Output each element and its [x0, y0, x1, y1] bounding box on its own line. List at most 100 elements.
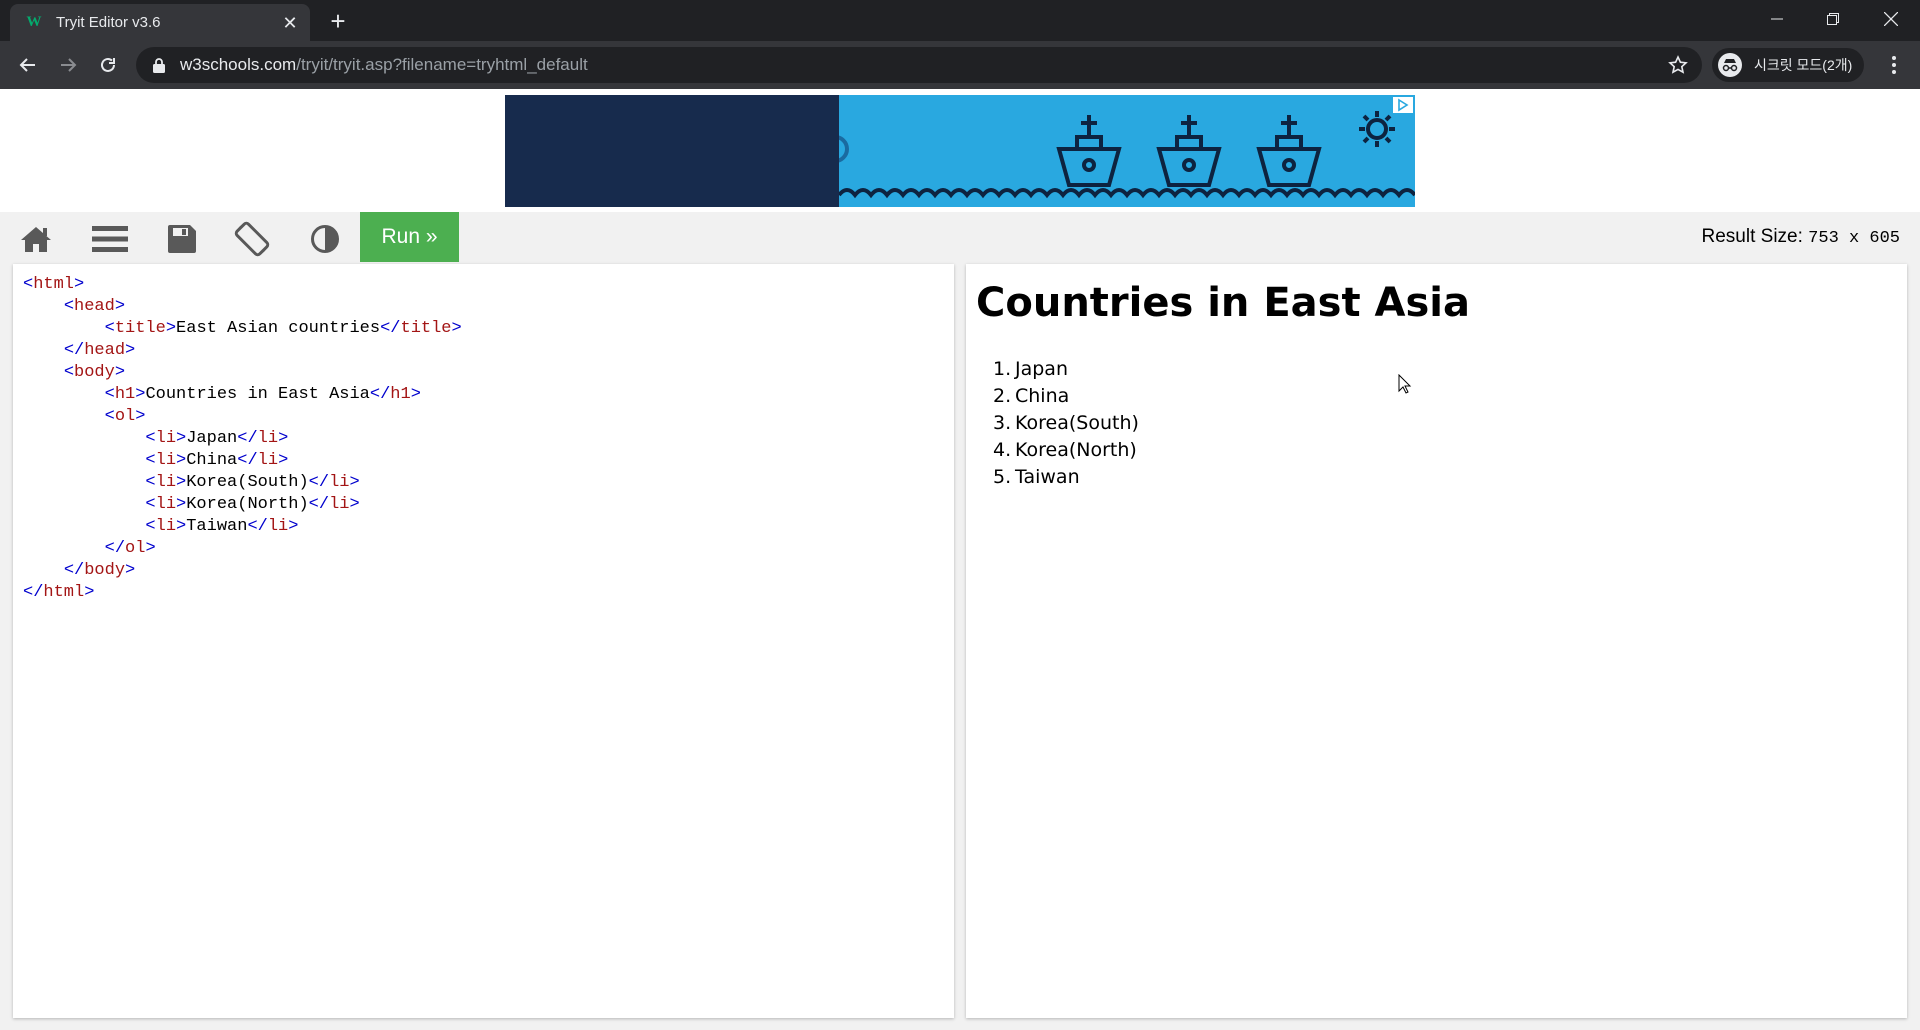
- code-line[interactable]: </head>: [23, 340, 462, 362]
- code-bracket: <: [104, 319, 115, 338]
- restore-window-button[interactable]: [1806, 0, 1860, 38]
- save-button[interactable]: [152, 218, 212, 260]
- code-line[interactable]: <body>: [23, 362, 462, 384]
- home-icon: [21, 227, 51, 252]
- adchoices-icon[interactable]: [1393, 97, 1413, 113]
- code-bracket: </: [247, 517, 268, 536]
- code-tag-name: html: [33, 275, 75, 294]
- code-tag-name: li: [155, 495, 177, 514]
- browser-tab[interactable]: W Tryit Editor v3.6 ✕: [10, 4, 310, 41]
- list-item-label: Japan: [1015, 358, 1068, 380]
- forward-button[interactable]: [52, 49, 84, 81]
- run-button[interactable]: Run »: [360, 212, 459, 262]
- url-text[interactable]: w3schools.com/tryit/tryit.asp?filename=t…: [180, 55, 588, 75]
- incognito-icon: [1718, 53, 1742, 77]
- code-line[interactable]: </ol>: [23, 538, 462, 560]
- code-bracket: >: [176, 495, 187, 514]
- result-list-item: 4. Korea(North): [993, 437, 1139, 464]
- list-item-label: China: [1015, 385, 1070, 407]
- code-bracket: <: [63, 297, 75, 316]
- list-item-label: Korea(South): [1015, 412, 1139, 434]
- code-bracket: </: [237, 429, 258, 448]
- code-bracket: >: [176, 517, 187, 536]
- code-line[interactable]: <head>: [23, 296, 462, 318]
- list-item-label: Taiwan: [1015, 466, 1080, 488]
- theme-toggle-button[interactable]: [295, 218, 355, 260]
- lock-icon[interactable]: [152, 57, 166, 73]
- code-bracket: <: [145, 473, 156, 492]
- code-editor[interactable]: <html> <head> <title>East Asian countrie…: [13, 264, 954, 1018]
- code-bracket: >: [114, 363, 126, 382]
- result-frame[interactable]: Countries in East Asia 1. Japan 2. China 3. K…: [966, 264, 1907, 1018]
- close-icon: [1884, 12, 1898, 26]
- result-list-item: 2. China: [993, 383, 1139, 410]
- code-line[interactable]: <title>East Asian countries</title>: [23, 318, 462, 340]
- address-bar[interactable]: w3schools.com/tryit/tryit.asp?filename=t…: [136, 47, 1702, 83]
- browser-menu-button[interactable]: [1878, 49, 1910, 81]
- code-bracket: >: [176, 451, 187, 470]
- menu-button[interactable]: [80, 218, 140, 260]
- home-button[interactable]: [6, 218, 66, 260]
- code-line[interactable]: <ol>: [23, 406, 462, 428]
- code-line[interactable]: <html>: [23, 274, 462, 296]
- code-text-token: Korea(South): [186, 473, 309, 492]
- tab-close-icon[interactable]: ✕: [280, 13, 300, 33]
- incognito-indicator[interactable]: 시크릿 모드(2개): [1712, 48, 1865, 82]
- new-tab-button[interactable]: +: [322, 6, 354, 38]
- code-bracket: <: [104, 407, 115, 426]
- code-bracket: >: [74, 275, 85, 294]
- code-line[interactable]: </html>: [23, 582, 462, 604]
- code-text-token: China: [186, 451, 238, 470]
- code-bracket: >: [125, 341, 136, 360]
- code-bracket: <: [145, 517, 156, 536]
- code-tag-name: li: [329, 473, 350, 492]
- code-tag-name: html: [43, 583, 85, 602]
- contrast-icon: [311, 225, 339, 253]
- code-bracket: </: [308, 495, 330, 514]
- mouse-cursor-icon: [1398, 374, 1412, 394]
- code-line[interactable]: <li>Korea(South)</li>: [23, 472, 462, 494]
- code-bracket: >: [114, 297, 126, 316]
- list-item-number: 2.: [993, 385, 1012, 407]
- code-bracket: >: [135, 407, 146, 426]
- browser-toolbar: w3schools.com/tryit/tryit.asp?filename=t…: [0, 41, 1920, 89]
- rotate-layout-button[interactable]: [222, 218, 282, 260]
- bookmark-star-icon[interactable]: [1668, 55, 1688, 75]
- code-bracket: >: [165, 319, 177, 338]
- code-line[interactable]: <li>Japan</li>: [23, 428, 462, 450]
- minimize-window-button[interactable]: [1750, 0, 1804, 38]
- code-tag-name: ol: [114, 407, 136, 426]
- code-tag-name: li: [257, 451, 279, 470]
- code-bracket: </: [63, 341, 85, 360]
- close-window-button[interactable]: [1864, 0, 1918, 38]
- code-line[interactable]: <li>China</li>: [23, 450, 462, 472]
- code-text-token: East Asian countries: [176, 319, 381, 338]
- code-bracket: </: [104, 539, 126, 558]
- result-size-value: 753 x 605: [1808, 229, 1900, 248]
- code-tag-name: body: [84, 561, 126, 580]
- code-text[interactable]: <html> <head> <title>East Asian countrie…: [23, 274, 462, 604]
- url-host: w3schools.com: [180, 55, 297, 74]
- list-item-number: 1.: [993, 358, 1012, 380]
- hamburger-menu-icon: [92, 226, 128, 252]
- code-text-token: Countries in East Asia: [145, 385, 370, 404]
- code-line[interactable]: <li>Korea(North)</li>: [23, 494, 462, 516]
- back-button[interactable]: [12, 49, 44, 81]
- ad-banner[interactable]: [505, 95, 1415, 207]
- code-tag-name: ol: [125, 539, 146, 558]
- code-line[interactable]: </body>: [23, 560, 462, 582]
- code-bracket: >: [125, 561, 136, 580]
- code-line[interactable]: <h1>Countries in East Asia</h1>: [23, 384, 462, 406]
- code-line[interactable]: <li>Taiwan</li>: [23, 516, 462, 538]
- w3schools-favicon-icon: W: [26, 14, 42, 30]
- code-text-token: Taiwan: [186, 517, 248, 536]
- reload-button[interactable]: [92, 49, 124, 81]
- code-bracket: >: [135, 385, 146, 404]
